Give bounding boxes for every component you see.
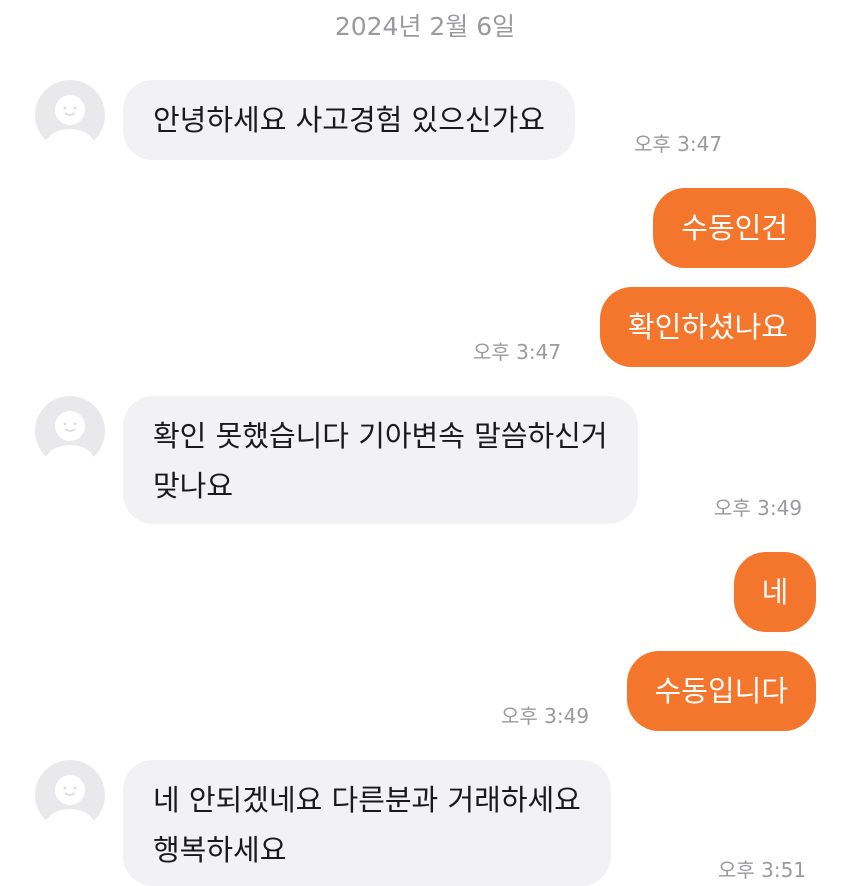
message-text-line-1: 네 안되겠네요 다른분과 거래하세요 (153, 783, 581, 817)
avatar[interactable] (35, 396, 105, 466)
avatar[interactable] (35, 80, 105, 150)
default-avatar-icon (45, 775, 95, 830)
message-text-line-2: 맞나요 (153, 469, 234, 503)
default-avatar-icon (45, 411, 95, 466)
outgoing-message-bubble[interactable]: 수동입니다 (626, 651, 816, 731)
message-text: 네 (761, 575, 789, 609)
incoming-message-bubble[interactable]: 확인 못했습니다 기아변속 말씀하신거 맞나요 (123, 396, 638, 524)
message-text: 안녕하세요 사고경험 있으신가요 (153, 103, 545, 137)
outgoing-message-bubble[interactable]: 수동인건 (653, 188, 816, 268)
outgoing-message-bubble[interactable]: 확인하셨나요 (599, 287, 816, 367)
message-timestamp: 오후 3:51 (718, 858, 807, 882)
message-timestamp: 오후 3:49 (501, 704, 590, 728)
date-header: 2024년 2월 6일 (334, 12, 516, 41)
message-timestamp: 오후 3:49 (714, 496, 803, 520)
message-timestamp: 오후 3:47 (473, 340, 562, 364)
message-text: 수동인건 (681, 211, 788, 245)
incoming-message-bubble[interactable]: 안녕하세요 사고경험 있으신가요 (123, 80, 575, 160)
message-text-line-1: 확인 못했습니다 기아변속 말씀하신거 (153, 419, 608, 453)
default-avatar-icon (45, 95, 95, 150)
message-timestamp: 오후 3:47 (634, 132, 723, 156)
message-text-line-2: 행복하세요 (153, 833, 287, 867)
outgoing-message-bubble[interactable]: 네 (734, 552, 816, 632)
message-text: 확인하셨나요 (627, 310, 788, 344)
avatar[interactable] (35, 760, 105, 830)
message-text: 수동입니다 (654, 674, 788, 708)
incoming-message-bubble[interactable]: 네 안되겠네요 다른분과 거래하세요 행복하세요 (123, 760, 611, 886)
